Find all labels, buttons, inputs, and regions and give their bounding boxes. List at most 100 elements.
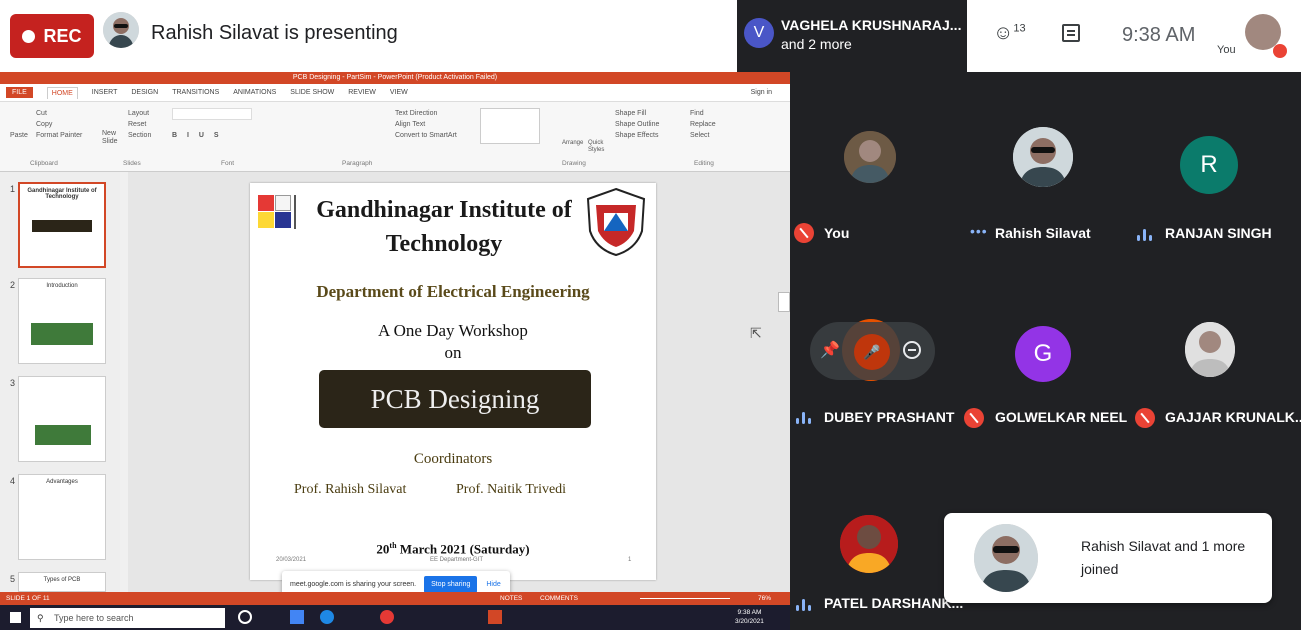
shapes-gallery[interactable] xyxy=(480,108,540,144)
taskbar-time: 9:38 AM xyxy=(737,609,762,616)
cut-button[interactable]: Cut xyxy=(36,108,82,119)
slide-thumb-1[interactable]: Gandhinagar Institute of Technology xyxy=(18,182,106,268)
thumb-number-2: 2 xyxy=(10,280,16,290)
notes-button[interactable]: NOTES xyxy=(500,592,522,605)
windows-start-icon[interactable] xyxy=(10,612,21,623)
patel-photo-icon xyxy=(840,515,898,573)
tab-design[interactable]: DESIGN xyxy=(131,89,158,96)
slide-title-line1: Gandhinagar Institute of xyxy=(316,197,572,223)
logo-divider xyxy=(294,195,296,229)
slide-thumb-4[interactable]: Advantages xyxy=(18,474,106,560)
footer-center: EE Department-GIT xyxy=(430,557,484,563)
taskbar-powerpoint-icon[interactable] xyxy=(488,610,502,624)
reset-button[interactable]: Reset xyxy=(128,119,151,130)
smartart-button[interactable]: Convert to SmartArt xyxy=(395,130,457,141)
speaking-indicator-icon xyxy=(796,597,814,611)
sign-in-link[interactable]: Sign in xyxy=(751,89,772,96)
copy-button[interactable]: Copy xyxy=(36,119,82,130)
arrange-button[interactable]: Arrange xyxy=(562,140,583,146)
muted-icon xyxy=(794,223,814,243)
participant-name-ranjan: RANJAN SINGH xyxy=(1165,225,1272,241)
font-name-box[interactable] xyxy=(172,108,252,120)
layout-button[interactable]: Layout xyxy=(128,108,151,119)
people-button[interactable]: ☺13 xyxy=(993,22,1026,45)
mic-toggle-icon[interactable]: 🎤 xyxy=(854,334,890,370)
pin-icon[interactable]: 📌 xyxy=(820,340,840,360)
shape-fill-button[interactable]: Shape Fill xyxy=(615,108,659,119)
viewer-avatar: V xyxy=(744,18,774,48)
find-button[interactable]: Find xyxy=(690,108,716,119)
rec-label: REC xyxy=(43,25,82,46)
slides-label: Slides xyxy=(123,160,141,167)
cortana-icon[interactable] xyxy=(238,610,252,624)
people-icon: ☺ xyxy=(993,22,1014,44)
top-bar: REC Rahish Silavat is presenting V VAGHE… xyxy=(0,0,1301,72)
self-label: You xyxy=(1217,44,1236,56)
viewers-line2: and 2 more xyxy=(781,36,852,52)
zoom-level[interactable]: 76% xyxy=(758,592,771,605)
windows-taskbar: ⚲ Type here to search 9:38 AM 3/20/2021 xyxy=(0,605,790,630)
section-button[interactable]: Section xyxy=(128,130,151,141)
date-day: 20 xyxy=(376,541,390,557)
font-group: B I U S xyxy=(172,108,312,141)
chat-icon[interactable] xyxy=(1062,24,1080,42)
recording-button[interactable]: REC xyxy=(10,14,94,58)
format-painter-button[interactable]: Format Painter xyxy=(36,130,82,141)
taskbar-chrome-icon[interactable] xyxy=(380,610,394,624)
taskbar-clock: 9:38 AM 3/20/2021 xyxy=(735,608,764,626)
meet-window: REC Rahish Silavat is presenting V VAGHE… xyxy=(0,0,1301,630)
font-format-buttons[interactable]: B I U S xyxy=(172,130,312,141)
comments-button[interactable]: COMMENTS xyxy=(540,592,578,605)
participants-count: 13 xyxy=(1013,22,1026,35)
speaking-indicator-icon xyxy=(796,410,814,424)
taskbar-app-icon[interactable] xyxy=(290,610,304,624)
slide-thumb-5[interactable]: Types of PCB xyxy=(18,572,106,592)
participant-name-rahish: Rahish Silavat xyxy=(995,225,1091,241)
notification-line1: Rahish Silavat and 1 more xyxy=(1081,538,1246,554)
paste-button[interactable]: Paste xyxy=(10,130,28,141)
thumb-number-4: 4 xyxy=(10,476,16,486)
slide-thumb-2[interactable]: Introduction xyxy=(18,278,106,364)
editor-scroll-thumb[interactable] xyxy=(778,292,790,312)
align-text-button[interactable]: Align Text xyxy=(395,119,457,130)
new-slide-button[interactable]: New Slide xyxy=(102,130,124,146)
taskbar-search[interactable]: ⚲ Type here to search xyxy=(30,608,225,628)
hide-button[interactable]: Hide xyxy=(486,581,500,588)
tab-transitions[interactable]: TRANSITIONS xyxy=(172,89,219,96)
footer-slide-number: 1 xyxy=(628,557,632,563)
slide-counter: SLIDE 1 OF 11 xyxy=(6,595,50,602)
tab-view[interactable]: VIEW xyxy=(390,89,408,96)
shape-outline-button[interactable]: Shape Outline xyxy=(615,119,659,130)
join-notification[interactable]: Rahish Silavat and 1 more joined xyxy=(944,513,1272,603)
viewers-list[interactable]: VAGHELA KRUSHNARAJ... and 2 more xyxy=(781,16,961,54)
coordinator-2: Prof. Naitik Trivedi xyxy=(456,482,567,497)
zoom-slider[interactable] xyxy=(640,598,730,599)
stop-sharing-button[interactable]: Stop sharing xyxy=(424,575,478,593)
quick-styles-button[interactable]: Quick Styles xyxy=(588,140,610,154)
slide-thumb-3[interactable] xyxy=(18,376,106,462)
rahish-photo-icon xyxy=(1013,127,1073,187)
mouse-cursor-icon: ⇱ xyxy=(750,325,762,341)
replace-button[interactable]: Replace xyxy=(690,119,716,130)
logo-square-blue xyxy=(275,212,291,228)
participant-name-golwelkar: GOLWELKAR NEEL xyxy=(995,409,1128,425)
tab-review[interactable]: REVIEW xyxy=(348,89,376,96)
thumbnails-scrollbar[interactable] xyxy=(120,172,128,592)
participant-name-dubey: DUBEY PRASHANT xyxy=(824,409,955,425)
tab-animations[interactable]: ANIMATIONS xyxy=(233,89,276,96)
tab-home[interactable]: HOME xyxy=(46,86,78,99)
select-button[interactable]: Select xyxy=(690,130,716,141)
slide-title-line2: Technology xyxy=(385,231,503,257)
tab-file[interactable]: FILE xyxy=(6,87,33,98)
tab-slide-show[interactable]: SLIDE SHOW xyxy=(290,89,334,96)
text-direction-button[interactable]: Text Direction xyxy=(395,108,457,119)
department-text: Department of Electrical Engineering xyxy=(316,282,590,301)
taskbar-edge-icon[interactable] xyxy=(320,610,334,624)
slide-canvas[interactable]: Gandhinagar Institute of Technology Depar… xyxy=(250,183,656,580)
record-dot-icon xyxy=(22,29,36,43)
thumb-title-2: Introduction xyxy=(46,283,78,289)
slide-title: Gandhinagar Institute of Technology xyxy=(310,193,578,261)
remove-icon[interactable] xyxy=(903,341,921,359)
shape-effects-button[interactable]: Shape Effects xyxy=(615,130,659,141)
tab-insert[interactable]: INSERT xyxy=(92,89,118,96)
